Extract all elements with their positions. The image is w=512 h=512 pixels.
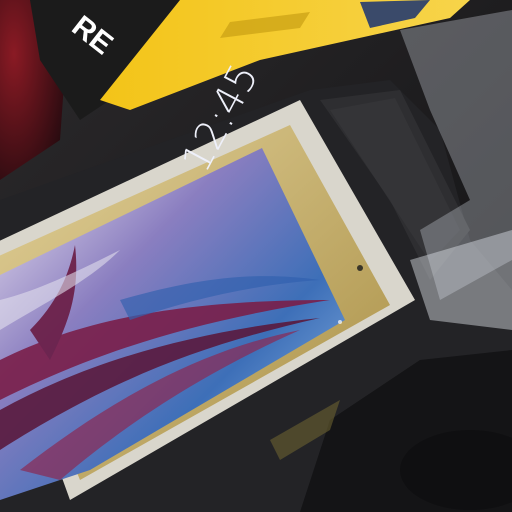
status-light xyxy=(338,320,342,324)
photo-canvas: RE 12:45 xyxy=(0,0,512,512)
front-camera xyxy=(357,265,363,271)
photo-scene: RE 12:45 xyxy=(0,0,512,512)
